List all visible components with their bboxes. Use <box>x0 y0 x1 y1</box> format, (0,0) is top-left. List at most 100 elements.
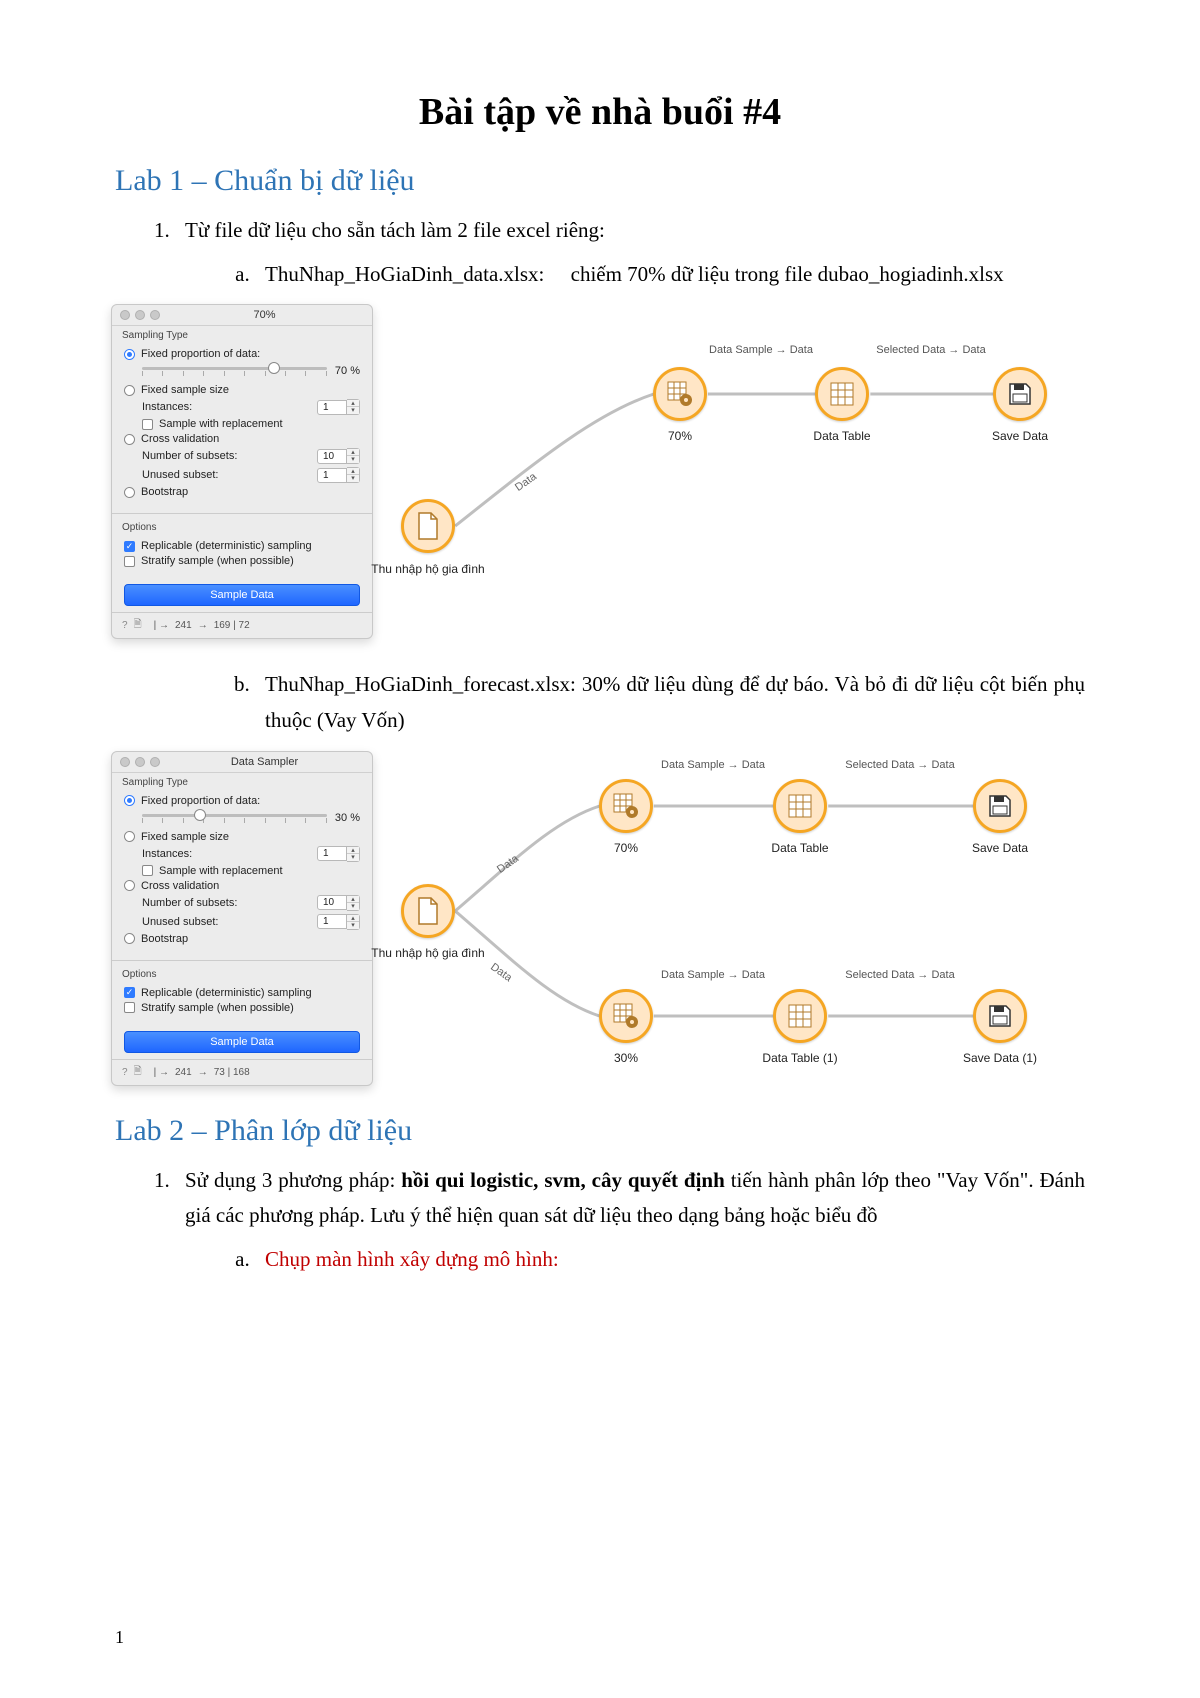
stepper-down-icon[interactable]: ▾ <box>347 922 359 929</box>
radio-cross-validation[interactable]: Cross validation <box>124 433 360 445</box>
stepper-up-icon[interactable]: ▴ <box>347 468 359 475</box>
node-label: Save Data <box>992 429 1048 443</box>
lab1-item1a-rest: chiếm 70% dữ liệu trong file dubao_hogia… <box>571 262 1004 286</box>
checkbox-icon <box>124 556 135 567</box>
radio-label: Bootstrap <box>141 486 188 498</box>
radio-bootstrap[interactable]: Bootstrap <box>124 486 360 498</box>
subsets-input[interactable]: 10 ▴▾ <box>317 895 360 911</box>
sample-data-button[interactable]: Sample Data <box>124 1031 360 1053</box>
checkbox-icon <box>124 1002 135 1013</box>
checkbox-icon <box>124 541 135 552</box>
node-sampler-70[interactable] <box>653 367 707 421</box>
stepper-up-icon[interactable]: ▴ <box>347 915 359 922</box>
input-value: 1 <box>317 914 347 929</box>
radio-label: Fixed sample size <box>141 384 229 396</box>
node-sampler-70[interactable] <box>599 779 653 833</box>
check-sample-replacement[interactable]: Sample with replacement <box>142 418 360 430</box>
check-label: Stratify sample (when possible) <box>141 555 294 567</box>
radio-label: Fixed proportion of data: <box>141 795 260 807</box>
lab2-item1-bold: hồi qui logistic, svm, cây quyết định <box>401 1168 725 1192</box>
sample-data-button[interactable]: Sample Data <box>124 584 360 606</box>
stepper-up-icon[interactable]: ▴ <box>347 400 359 407</box>
table-gear-icon <box>612 792 640 820</box>
lab1-item1a-file: ThuNhap_HoGiaDinh_data.xlsx: <box>265 262 544 286</box>
radio-fixed-size[interactable]: Fixed sample size <box>124 831 360 843</box>
radio-fixed-size[interactable]: Fixed sample size <box>124 384 360 396</box>
proportion-slider[interactable] <box>142 364 327 378</box>
node-label: 70% <box>614 841 638 855</box>
node-file[interactable] <box>401 884 455 938</box>
stepper-down-icon[interactable]: ▾ <box>347 903 359 910</box>
radio-label: Bootstrap <box>141 933 188 945</box>
link-label: Data <box>488 961 514 984</box>
input-value: 1 <box>317 846 347 861</box>
stepper-down-icon[interactable]: ▾ <box>347 407 359 414</box>
radio-icon <box>124 831 135 842</box>
table-icon <box>787 1003 813 1029</box>
subsets-input[interactable]: 10 ▴▾ <box>317 448 360 464</box>
table-gear-icon <box>612 1002 640 1030</box>
check-sample-replacement[interactable]: Sample with replacement <box>142 865 360 877</box>
lab1-heading: Lab 1 – Chuẩn bị dữ liệu <box>115 164 1085 198</box>
radio-label: Cross validation <box>141 880 219 892</box>
file-icon <box>416 897 440 925</box>
instances-label: Instances: <box>142 401 192 413</box>
stepper-up-icon[interactable]: ▴ <box>347 896 359 903</box>
radio-icon <box>124 933 135 944</box>
node-data-table[interactable] <box>773 779 827 833</box>
node-save-data[interactable] <box>993 367 1047 421</box>
radio-fixed-proportion[interactable]: Fixed proportion of data: <box>124 795 360 807</box>
instances-input[interactable]: 1 ▴▾ <box>317 399 360 415</box>
node-label: 30% <box>614 1051 638 1065</box>
node-label: Data Table <box>813 429 870 443</box>
figure-1: 70% Sampling Type Fixed proportion of da… <box>111 304 1085 639</box>
node-save-data-1[interactable] <box>973 989 1027 1043</box>
report-icon[interactable]: 🗎 <box>134 617 142 634</box>
radio-cross-validation[interactable]: Cross validation <box>124 880 360 892</box>
instances-input[interactable]: 1 ▴▾ <box>317 846 360 862</box>
input-value: 10 <box>317 895 347 910</box>
node-sampler-30[interactable] <box>599 989 653 1043</box>
sampler-panel-70: 70% Sampling Type Fixed proportion of da… <box>111 304 373 639</box>
check-stratify[interactable]: Stratify sample (when possible) <box>124 1002 360 1014</box>
stepper-up-icon[interactable]: ▴ <box>347 449 359 456</box>
check-stratify[interactable]: Stratify sample (when possible) <box>124 555 360 567</box>
lab2-heading: Lab 2 – Phân lớp dữ liệu <box>115 1114 1085 1148</box>
page-title: Bài tập về nhà buổi #4 <box>115 90 1085 134</box>
unused-input[interactable]: 1 ▴▾ <box>317 914 360 930</box>
stepper-up-icon[interactable]: ▴ <box>347 847 359 854</box>
check-replicable[interactable]: Replicable (deterministic) sampling <box>124 987 360 999</box>
lab2-item1a-text: Chụp màn hình xây dựng mô hình: <box>265 1247 559 1271</box>
node-save-data[interactable] <box>973 779 1027 833</box>
node-data-table-1[interactable] <box>773 989 827 1043</box>
stepper-down-icon[interactable]: ▾ <box>347 475 359 482</box>
subsets-label: Number of subsets: <box>142 450 237 462</box>
proportion-slider[interactable] <box>142 811 327 825</box>
help-icon[interactable]: ? <box>122 620 128 631</box>
node-label: 70% <box>668 429 692 443</box>
lab1-item1: Từ file dữ liệu cho sẵn tách làm 2 file … <box>175 213 1085 292</box>
file-icon <box>416 512 440 540</box>
stepper-down-icon[interactable]: ▾ <box>347 854 359 861</box>
window-dot-icon <box>135 310 145 320</box>
unused-label: Unused subset: <box>142 469 218 481</box>
link-label: Data Sample → Data <box>709 344 813 357</box>
lab2-item1-pre: Sử dụng 3 phương pháp: <box>185 1168 401 1192</box>
stepper-down-icon[interactable]: ▾ <box>347 456 359 463</box>
radio-fixed-proportion[interactable]: Fixed proportion of data: <box>124 348 360 360</box>
report-icon[interactable]: 🗎 <box>134 1064 142 1081</box>
checkbox-icon <box>142 419 153 430</box>
table-gear-icon <box>666 380 694 408</box>
link-label: Data Sample → Data <box>661 759 765 772</box>
lab2-item1a: Chụp màn hình xây dựng mô hình: <box>255 1242 1085 1278</box>
unused-input[interactable]: 1 ▴▾ <box>317 467 360 483</box>
help-icon[interactable]: ? <box>122 1067 128 1078</box>
save-icon <box>1007 381 1033 407</box>
node-data-table[interactable] <box>815 367 869 421</box>
check-replicable[interactable]: Replicable (deterministic) sampling <box>124 540 360 552</box>
input-value: 10 <box>317 449 347 464</box>
section-label: Sampling Type <box>112 773 372 790</box>
node-file[interactable] <box>401 499 455 553</box>
instances-label: Instances: <box>142 848 192 860</box>
radio-bootstrap[interactable]: Bootstrap <box>124 933 360 945</box>
